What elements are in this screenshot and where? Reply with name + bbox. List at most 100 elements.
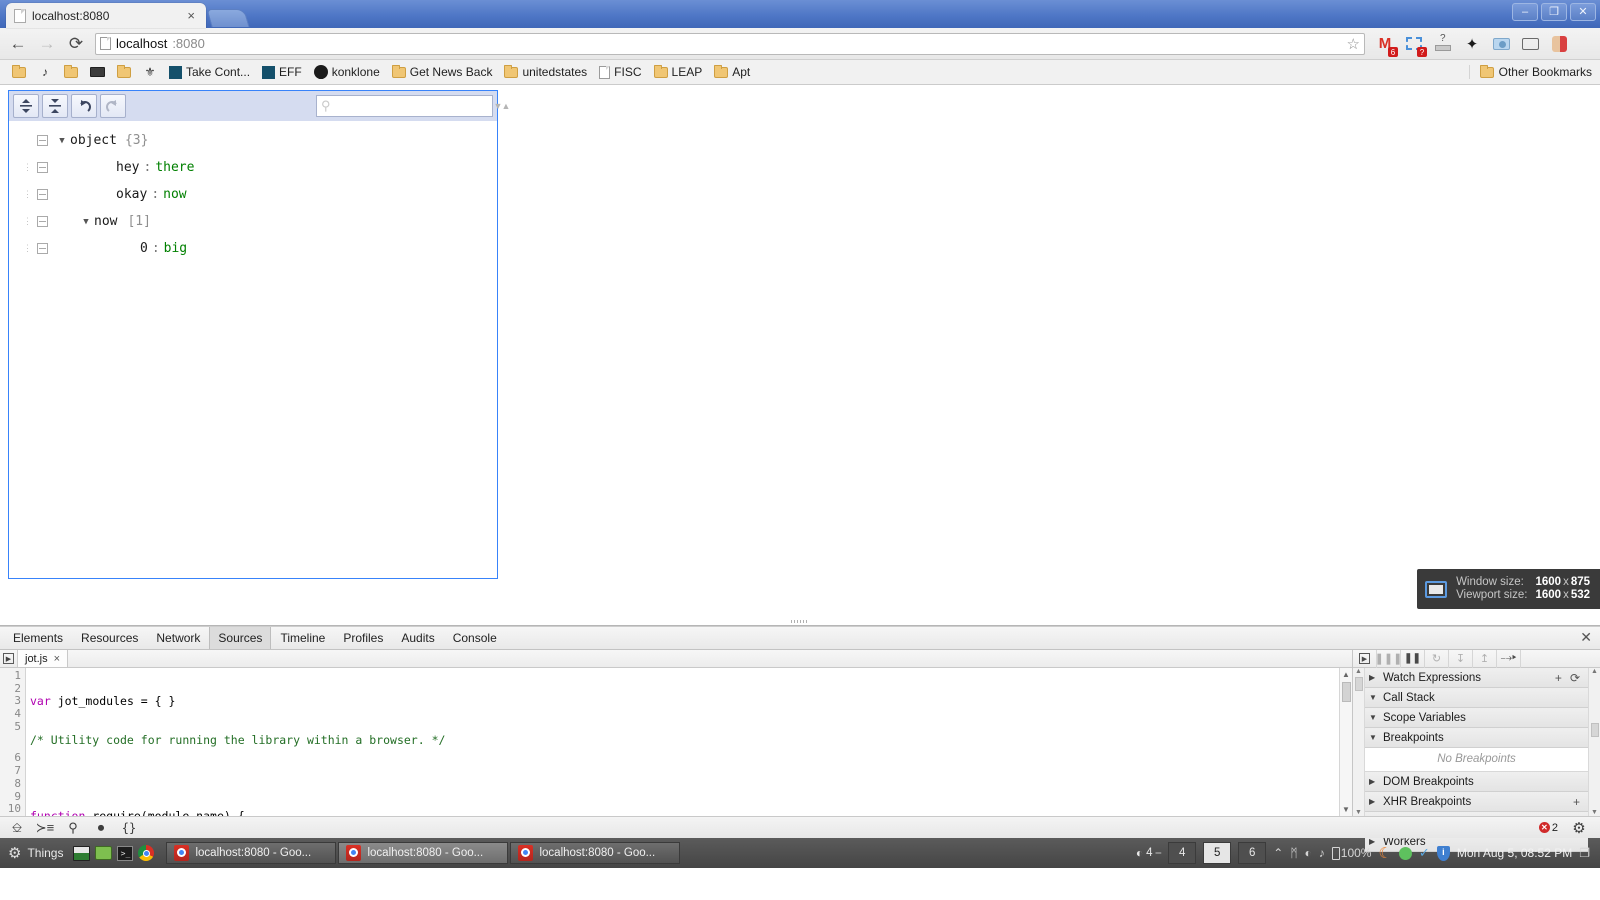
collapse-all-icon[interactable]	[42, 94, 68, 118]
taskbar-window[interactable]: localhost:8080 - Goo...	[338, 842, 509, 864]
bookmark-folder[interactable]	[6, 64, 32, 80]
pane-xhr-breakpoints[interactable]: ▶ XHR Breakpoints +	[1365, 792, 1588, 812]
workspace-button-4[interactable]: 4	[1168, 842, 1197, 864]
pidgin-icon[interactable]: ✓	[1419, 845, 1430, 861]
scroll-up-icon[interactable]: ▲	[1342, 668, 1350, 681]
browser-tab[interactable]: localhost:8080 ×	[6, 3, 206, 28]
maximize-button[interactable]: ❐	[1541, 3, 1567, 21]
drag-handle-icon[interactable]: ⋮⋮	[23, 217, 42, 226]
json-value[interactable]: now	[163, 187, 186, 202]
chrome-menu-icon[interactable]	[1577, 33, 1592, 55]
start-menu-button[interactable]: ⚙ Things	[4, 844, 71, 862]
sidebar-scrollbar[interactable]: ▲ ▼	[1588, 668, 1600, 816]
split-handle-icon[interactable]: ❚❚❚	[1375, 649, 1402, 668]
show-desktop-icon[interactable]: ❐	[1579, 846, 1590, 860]
add-watch-icon[interactable]: +	[1555, 671, 1562, 685]
other-bookmarks-button[interactable]: Other Bookmarks	[1468, 64, 1592, 79]
tab-profiles[interactable]: Profiles	[334, 627, 392, 649]
pause-on-exceptions-icon[interactable]: ⏺	[88, 818, 114, 838]
chrome-launcher-icon[interactable]	[138, 845, 155, 861]
files-launcher-icon[interactable]	[95, 846, 113, 860]
source-code-text[interactable]: var jot_modules = { } /* Utility code fo…	[26, 668, 1339, 816]
minimize-button[interactable]: –	[1512, 3, 1538, 21]
window-capture-icon[interactable]: ?	[1403, 33, 1427, 57]
tab-sources[interactable]: Sources	[209, 627, 272, 649]
camera-icon[interactable]	[1490, 33, 1512, 55]
row-menu-icon[interactable]	[37, 162, 48, 173]
ubuntu-icon[interactable]: ☾	[1378, 844, 1391, 862]
add-xhr-breakpoint-icon[interactable]: +	[1573, 795, 1580, 809]
search-nav-icons[interactable]: ▼▲	[494, 101, 511, 111]
code-scrollbar[interactable]: ▲ ▼	[1339, 668, 1352, 816]
json-tree-row[interactable]: ⋮⋮ ▼ now [1]	[9, 208, 497, 235]
scroll-down-icon[interactable]: ▼	[1355, 809, 1362, 816]
gmail-icon[interactable]: M 6	[1374, 33, 1398, 57]
drag-handle-icon[interactable]: ⋮⋮	[23, 244, 42, 253]
bookmark-take-control[interactable]: Take Cont...	[163, 63, 256, 81]
pin-icon[interactable]: ✦	[1461, 33, 1483, 55]
cast-icon[interactable]	[1519, 33, 1541, 55]
chevron-down-icon[interactable]: ▼	[54, 136, 70, 146]
close-icon[interactable]: ×	[184, 9, 198, 22]
taskbar-window[interactable]: localhost:8080 - Goo...	[510, 842, 681, 864]
address-bar[interactable]: localhost:8080 ☆	[95, 32, 1365, 55]
inspect-element-icon[interactable]: ⚲	[60, 818, 86, 838]
json-key[interactable]: 0	[140, 241, 148, 256]
bookmark-star-icon[interactable]: ☆	[1347, 35, 1360, 53]
json-tree-row[interactable]: ⋮⋮ hey : there	[9, 154, 497, 181]
refresh-watch-icon[interactable]: ⟳	[1570, 671, 1580, 685]
scrollbar-thumb[interactable]	[1341, 682, 1351, 702]
json-tree-row[interactable]: ⋮⋮ okay : now	[9, 181, 497, 208]
redo-icon[interactable]	[100, 94, 126, 118]
new-tab-button[interactable]	[206, 9, 250, 27]
battery-icon[interactable]: 100%	[1331, 846, 1371, 860]
tab-resources[interactable]: Resources	[72, 627, 147, 649]
chevron-up-icon[interactable]: ⌃	[1273, 846, 1283, 860]
bookmark-leap[interactable]: LEAP	[648, 63, 709, 81]
json-search-box[interactable]: ⚲ ▼▲	[316, 95, 510, 117]
scrollbar-thumb[interactable]	[1590, 723, 1599, 737]
bookmark-get-news-back[interactable]: Get News Back	[386, 63, 499, 81]
console-drawer-icon[interactable]: ≻≡	[32, 818, 58, 838]
question-mark-icon[interactable]: ?	[1432, 33, 1454, 55]
scroll-up-icon[interactable]: ▲	[1591, 668, 1598, 675]
devtools-close-icon[interactable]: ✕	[1580, 630, 1592, 644]
json-key[interactable]: okay	[116, 187, 147, 202]
step-over-icon[interactable]: ↻	[1425, 649, 1449, 668]
row-menu-icon[interactable]	[37, 243, 48, 254]
tab-timeline[interactable]: Timeline	[271, 627, 334, 649]
json-search-input[interactable]	[334, 99, 490, 113]
drag-handle-icon[interactable]: ⋮⋮	[23, 190, 42, 199]
json-tree-row[interactable]: ⋮⋮ 0 : big	[9, 235, 497, 262]
source-code-area[interactable]: 1 2 3 4 5 6 7 8 9 10 11 var jot_modules …	[0, 668, 1352, 816]
pane-watch-expressions[interactable]: ▶ Watch Expressions + ⟳	[1365, 668, 1588, 688]
toggle-sidebar-icon[interactable]: ▶	[1353, 649, 1377, 668]
json-value[interactable]: there	[155, 160, 194, 175]
json-key[interactable]: now	[94, 214, 117, 229]
scrollbar-thumb[interactable]	[1354, 677, 1363, 691]
wifi-icon[interactable]: ◐	[1305, 846, 1312, 860]
dock-icon[interactable]: ⎒	[4, 818, 30, 838]
close-icon[interactable]: ×	[54, 653, 60, 665]
bookmark-music[interactable]: ♪	[32, 63, 58, 81]
profile-face-icon[interactable]	[1548, 33, 1570, 55]
show-navigator-icon[interactable]: ▶	[0, 650, 18, 667]
deactivate-breakpoints-icon[interactable]: ⤍▸	[1497, 649, 1521, 668]
workspace-button-6[interactable]: 6	[1238, 842, 1267, 864]
bookmark-fisc[interactable]: FISC	[593, 63, 647, 81]
reload-icon[interactable]: ⟳	[66, 34, 86, 54]
pane-scope-variables[interactable]: ▼ Scope Variables	[1365, 708, 1588, 728]
json-key[interactable]: hey	[116, 160, 139, 175]
expand-all-icon[interactable]	[13, 94, 39, 118]
tab-network[interactable]: Network	[147, 627, 209, 649]
chevron-down-icon[interactable]: ▼	[78, 217, 94, 227]
clock[interactable]: Mon Aug 5, 08:52 PM	[1457, 846, 1572, 860]
bookmark-folder[interactable]	[58, 64, 84, 80]
forward-icon[interactable]: →	[37, 34, 57, 54]
tab-audits[interactable]: Audits	[392, 627, 443, 649]
row-menu-icon[interactable]	[37, 135, 48, 146]
pretty-print-icon[interactable]: {}	[116, 818, 142, 838]
scroll-up-icon[interactable]: ▲	[1355, 668, 1362, 675]
json-key[interactable]: object	[70, 133, 117, 148]
pane-call-stack[interactable]: ▼ Call Stack	[1365, 688, 1588, 708]
